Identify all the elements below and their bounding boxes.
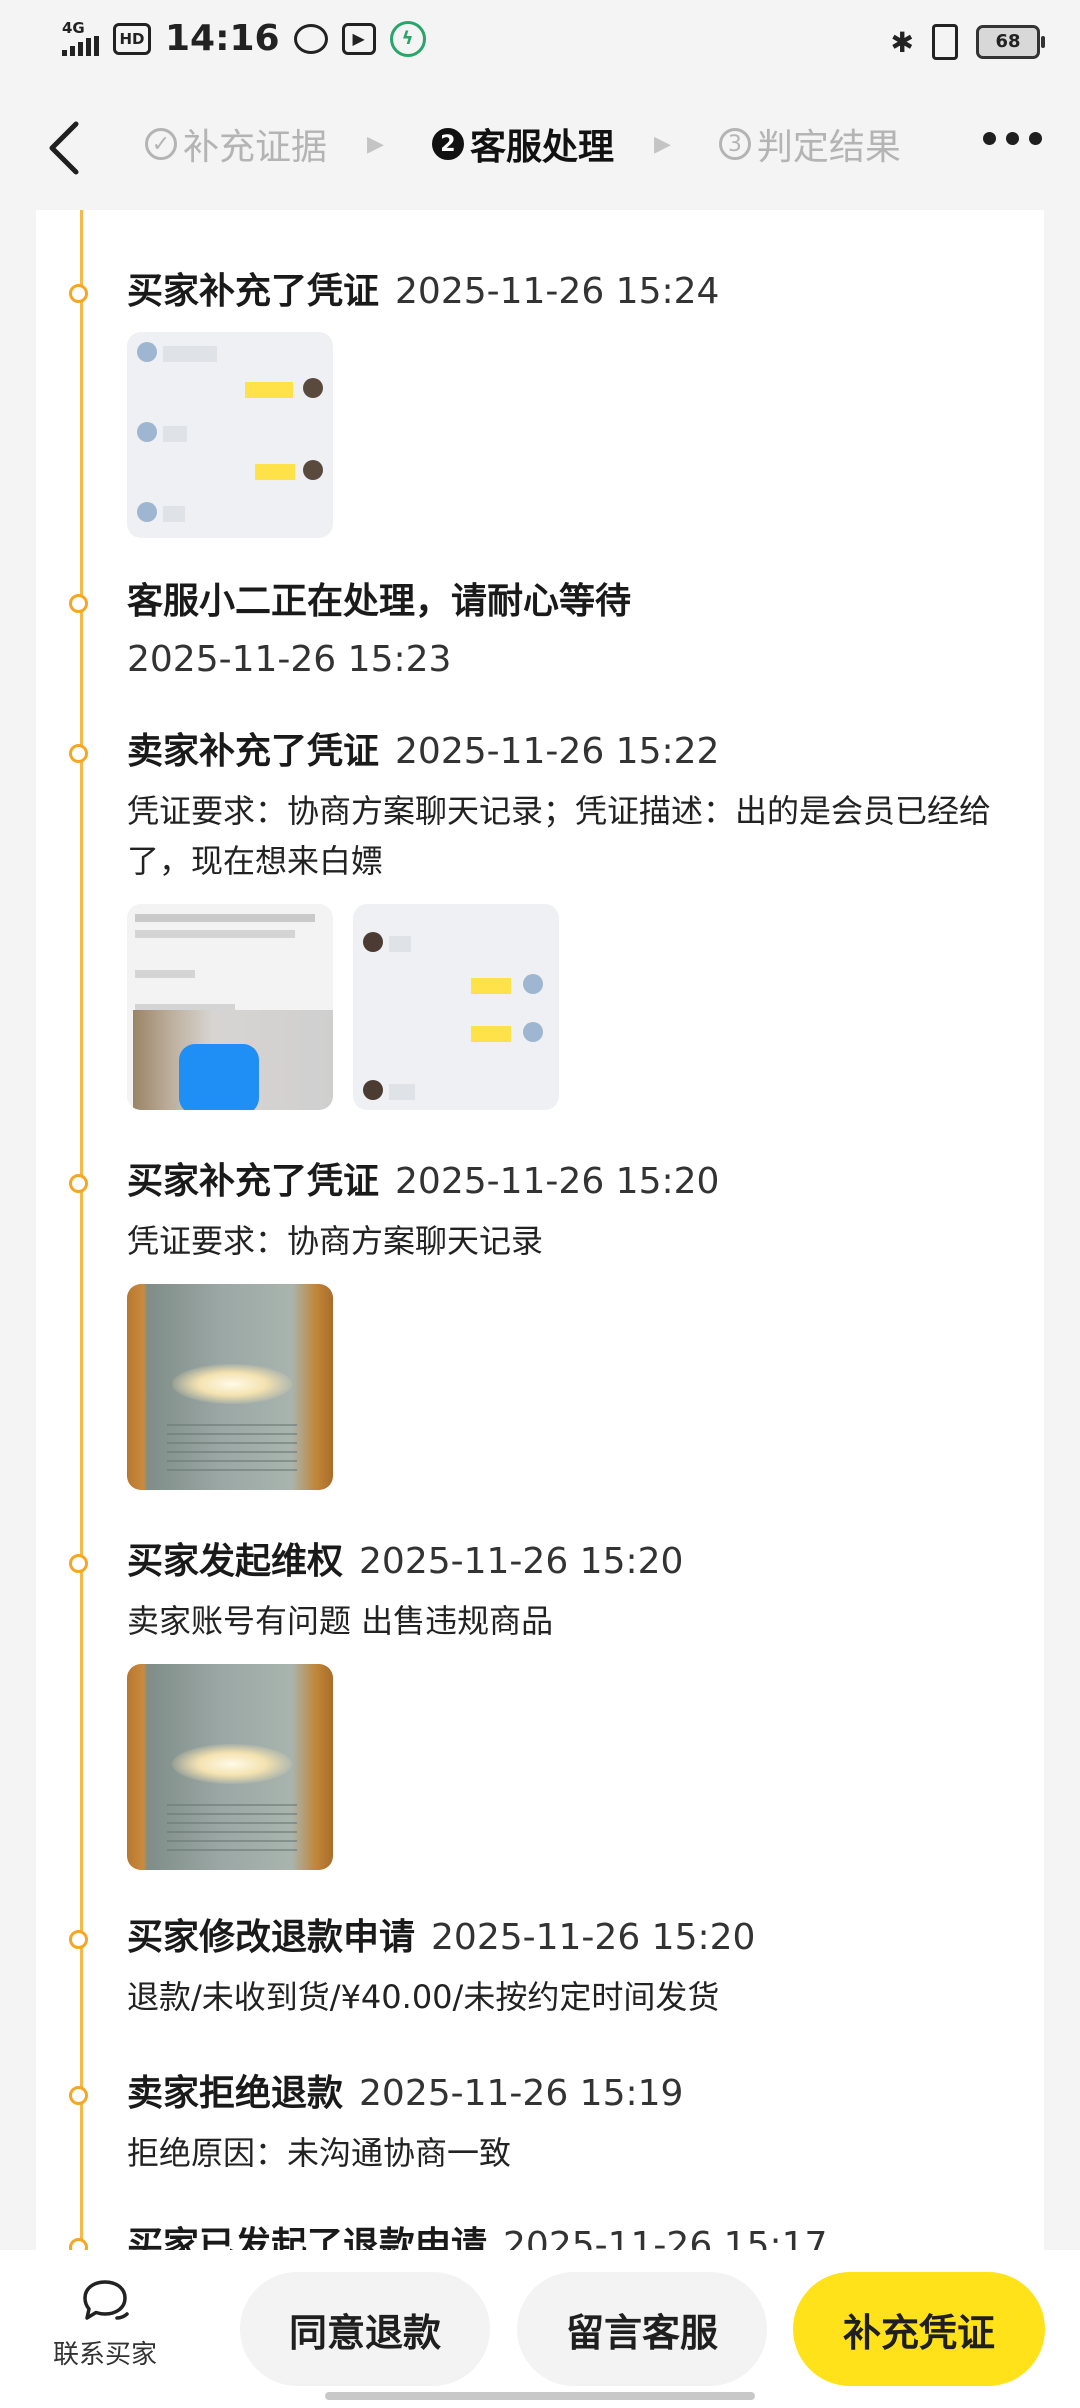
agree-refund-button[interactable]: 同意退款 [240, 2272, 490, 2386]
step-evidence: ✓ 补充证据 [145, 118, 327, 170]
step-arrow-icon: ▶ [653, 131, 671, 157]
battery-icon: 68 [976, 25, 1045, 59]
event-title: 客服小二正在处理，请耐心等待 [127, 581, 632, 622]
supplement-evidence-button[interactable]: 补充凭证 [793, 2272, 1045, 2386]
timeline-dot-icon [69, 2238, 88, 2250]
hd-badge: HD [113, 22, 151, 55]
chevron-left-icon [49, 121, 79, 175]
progress-steps: ✓ 补充证据 ▶ 2 客服处理 ▶ 3 判定结果 [145, 118, 901, 170]
evidence-image-app[interactable] [127, 904, 333, 1110]
event-time: 2025-11-26 15:24 [395, 271, 720, 312]
timeline-dot-icon [69, 744, 88, 763]
clock: 14:16 [165, 18, 280, 59]
event-title: 卖家补充了凭证 [127, 731, 380, 772]
step-number: 2 [431, 128, 464, 160]
event-title: 买家发起维权 [127, 1541, 344, 1582]
timeline-dot-icon [69, 2086, 88, 2105]
event-time: 2025-11-26 15:19 [359, 2073, 684, 2114]
more-dot-icon [983, 132, 996, 145]
contact-buyer-label: 联系买家 [52, 2340, 157, 2370]
bluetooth-icon: ✱ [890, 25, 914, 59]
step-label: 判定结果 [756, 127, 901, 168]
link-icon [293, 23, 328, 54]
app-logo-icon [179, 1044, 259, 1110]
event-title: 买家修改退款申请 [127, 1917, 416, 1958]
event-time: 2025-11-26 15:20 [395, 1161, 720, 1202]
app-notification-icon: ϟ [389, 20, 426, 57]
timeline-dot-icon [69, 1554, 88, 1573]
timeline-dot-icon [69, 1174, 88, 1193]
home-indicator[interactable] [325, 2392, 755, 2400]
more-dot-icon [1029, 132, 1042, 145]
step-label: 补充证据 [183, 127, 328, 168]
event-description: 卖家账号有问题 出售违规商品 [127, 1602, 554, 1640]
event-title: 买家补充了凭证 [127, 271, 380, 312]
event-description: 退款/未收到货/¥40.00/未按约定时间发货 [127, 1978, 720, 2016]
event-description: 凭证要求：协商方案聊天记录 [127, 1222, 544, 1260]
step-service: 2 客服处理 [431, 118, 614, 170]
step-label: 客服处理 [469, 127, 614, 168]
timeline-card[interactable]: 买家补充了凭证 2025-11-26 15:24 客服小二正在处理，请耐心等待 2… [36, 210, 1044, 2250]
event-title: 卖家拒绝退款 [127, 2073, 344, 2114]
evidence-image-photo[interactable] [127, 1284, 333, 1490]
timeline-dot-icon [69, 594, 88, 613]
event-time: 2025-11-26 15:23 [127, 639, 452, 680]
status-bar: 4G HD 14:16 ▶ ϟ ✱ 68 [0, 0, 1080, 84]
check-icon: ✓ [145, 128, 177, 160]
bottom-action-bar: 联系买家 同意退款 留言客服 补充凭证 [0, 2250, 1080, 2408]
play-icon: ▶ [341, 22, 376, 55]
event-description: 凭证要求：协商方案聊天记录；凭证描述：出的是会员已经给了，现在想来白嫖 [127, 792, 992, 880]
message-service-button[interactable]: 留言客服 [517, 2272, 767, 2386]
event-description: 拒绝原因：未沟通协商一致 [127, 2134, 512, 2172]
more-button[interactable] [983, 132, 1042, 145]
event-time: 2025-11-26 15:20 [431, 1917, 756, 1958]
step-arrow-icon: ▶ [367, 131, 384, 157]
header: ✓ 补充证据 ▶ 2 客服处理 ▶ 3 判定结果 [0, 84, 1080, 210]
network-type: 4G [62, 19, 85, 37]
timeline-dot-icon [69, 1930, 88, 1949]
chat-bubble-icon [83, 2280, 129, 2320]
step-number: 3 [718, 128, 751, 160]
event-time: 2025-11-26 15:17 [503, 2225, 828, 2250]
contact-buyer-button[interactable]: 联系买家 [30, 2278, 180, 2371]
signal-icon: 4G [62, 21, 99, 56]
event-time: 2025-11-26 15:22 [395, 731, 720, 772]
timeline-dot-icon [69, 284, 88, 303]
step-result: 3 判定结果 [718, 118, 901, 170]
vibrate-icon [932, 24, 958, 60]
evidence-image-chat[interactable] [127, 332, 333, 538]
event-time: 2025-11-26 15:20 [359, 1541, 684, 1582]
evidence-image-photo[interactable] [127, 1664, 333, 1870]
evidence-image-chat[interactable] [353, 904, 559, 1110]
event-title: 买家补充了凭证 [127, 1161, 380, 1202]
more-dot-icon [1006, 132, 1019, 145]
back-button[interactable] [42, 118, 86, 178]
event-title: 买家已发起了退款申请 [127, 2225, 488, 2250]
